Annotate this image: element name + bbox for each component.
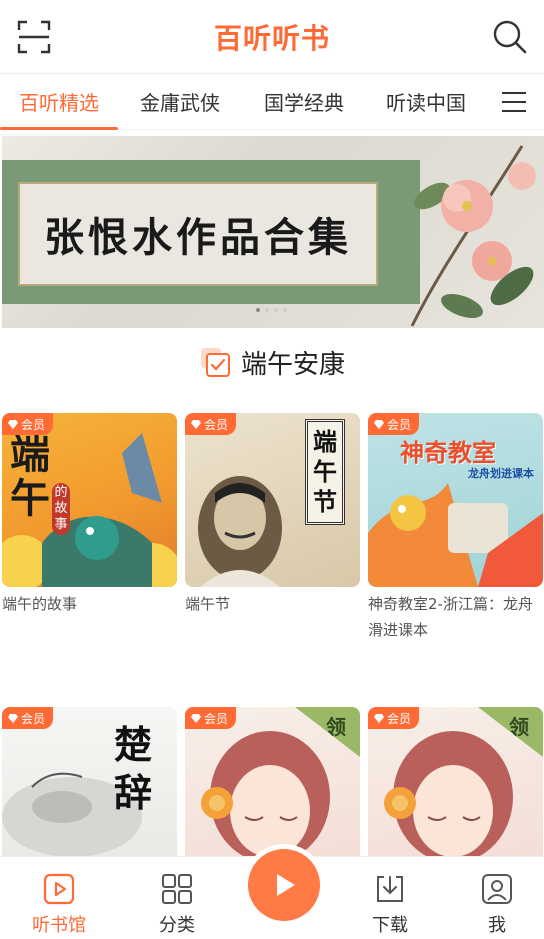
book-cover: 端午 的故事 会员 xyxy=(2,413,177,587)
diamond-icon xyxy=(191,419,201,429)
download-icon xyxy=(377,876,403,902)
cover-corner-label: 领 xyxy=(326,715,346,739)
tab-label: 国学经典 xyxy=(264,91,344,115)
tab-jinyong-wuxia[interactable]: 金庸武侠 xyxy=(118,74,242,130)
tab-baiting-featured[interactable]: 百听精选 xyxy=(0,74,118,130)
badge-label: 会员 xyxy=(387,711,412,726)
book-card[interactable]: 领 屈原 会员 xyxy=(368,707,543,881)
member-badge: 会员 xyxy=(368,707,420,729)
nav-categories[interactable]: 分类 xyxy=(132,857,222,939)
nav-label: 下载 xyxy=(372,915,408,936)
scan-icon[interactable] xyxy=(16,19,52,55)
cover-title: 端午 xyxy=(10,431,50,522)
play-book-icon xyxy=(43,873,75,905)
member-badge: 会员 xyxy=(2,707,54,729)
player-button[interactable] xyxy=(248,849,320,921)
check-square-icon xyxy=(200,348,230,377)
book-title: 端午节 xyxy=(185,595,231,613)
book-cover: 神奇教室 龙舟划进课本 会员 xyxy=(368,413,543,587)
flower-illustration-icon xyxy=(410,145,536,327)
search-icon[interactable] xyxy=(492,19,528,55)
carousel-dot xyxy=(256,308,260,312)
badge-label: 会员 xyxy=(21,417,46,432)
badge-label: 会员 xyxy=(21,711,46,726)
book-cover: 端午节 会员 xyxy=(185,413,360,587)
member-badge: 会员 xyxy=(368,413,420,435)
menu-icon[interactable] xyxy=(500,88,530,116)
cover-corner-label: 领 xyxy=(509,715,529,739)
banner-title-card: 张恨水作品合集 xyxy=(18,182,378,286)
book-card[interactable]: 端午 的故事 会员 端午的故事 xyxy=(2,413,177,617)
tab-tingdu-china[interactable]: 听读中国 xyxy=(366,74,486,130)
category-tabs: 百听精选 金庸武侠 国学经典 听读中国 xyxy=(0,74,544,130)
member-badge: 会员 xyxy=(2,413,54,435)
book-title: 神奇教室2-浙江篇：龙舟滑进课本 xyxy=(368,595,533,639)
cover-title-box: 端午节 xyxy=(305,419,345,525)
book-card[interactable]: 端午节 会员 端午节 xyxy=(185,413,360,617)
diamond-icon xyxy=(374,713,384,723)
member-badge: 会员 xyxy=(185,413,237,435)
nav-tingshuguan[interactable]: 听书馆 xyxy=(14,857,104,939)
tab-label: 金庸武侠 xyxy=(140,91,220,115)
section-title: 端午安康 xyxy=(240,349,345,380)
book-cover: 楚辞 会员 xyxy=(2,707,177,881)
badge-label: 会员 xyxy=(204,417,229,432)
diamond-icon xyxy=(8,419,18,429)
tab-guoxue-classics[interactable]: 国学经典 xyxy=(242,74,366,130)
carousel-indicator xyxy=(256,308,287,312)
book-card[interactable]: 神奇教室 龙舟划进课本 会员 神奇教室2-浙江篇：龙舟滑进课本 xyxy=(368,413,543,643)
user-icon xyxy=(482,874,512,904)
carousel-dot xyxy=(274,308,278,312)
tab-label: 百听精选 xyxy=(19,91,99,115)
member-badge: 会员 xyxy=(185,707,237,729)
book-card[interactable]: 楚辞 会员 xyxy=(2,707,177,881)
carousel-dot xyxy=(283,308,287,312)
badge-label: 会员 xyxy=(204,711,229,726)
cover-title: 楚辞 xyxy=(114,722,153,815)
badge-label: 会员 xyxy=(387,417,412,432)
grid-icon xyxy=(162,874,192,904)
cover-subtitle: 的故事 xyxy=(52,483,70,535)
play-icon xyxy=(277,874,295,896)
cover-title: 端午节 xyxy=(313,427,337,516)
nav-label: 我 xyxy=(488,915,506,936)
nav-downloads[interactable]: 下载 xyxy=(345,857,435,939)
cover-title: 神奇教室 xyxy=(400,439,496,467)
book-cover: 领 屈原 会员 xyxy=(368,707,543,881)
diamond-icon xyxy=(191,713,201,723)
diamond-icon xyxy=(8,713,18,723)
banner-title: 张恨水作品合集 xyxy=(44,214,352,261)
section-header: 端午安康 xyxy=(0,340,544,384)
cover-subtitle: 龙舟划进课本 xyxy=(468,467,534,480)
nav-me[interactable]: 我 xyxy=(452,857,542,939)
nav-label: 分类 xyxy=(159,915,195,936)
book-title: 端午的故事 xyxy=(2,595,78,613)
top-bar: 百听听书 xyxy=(0,0,544,74)
app-title: 百听听书 xyxy=(213,21,330,55)
carousel-dot xyxy=(265,308,269,312)
tab-label: 听读中国 xyxy=(386,91,466,115)
diamond-icon xyxy=(374,419,384,429)
nav-label: 听书馆 xyxy=(32,915,86,936)
promo-banner[interactable]: 张恨水作品合集 xyxy=(2,136,544,328)
